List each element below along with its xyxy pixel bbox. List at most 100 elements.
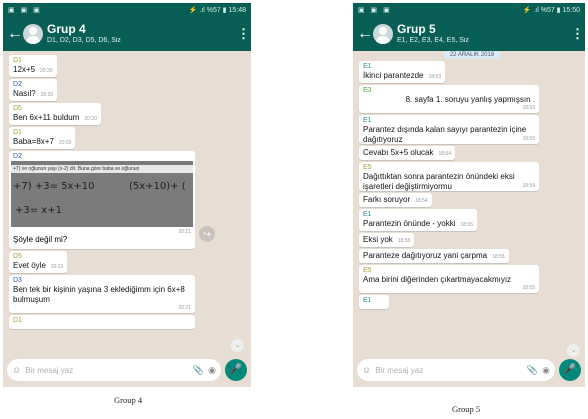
notification-icons: ▣ ▣ ▣ xyxy=(8,6,42,14)
message-bubble[interactable]: E1 Parantezin önünde - yokki 18:55 xyxy=(359,209,478,231)
message-sender: D5 xyxy=(13,253,22,260)
group-members: D1, D2, D3, D5, D6, Siz xyxy=(47,36,121,44)
message-time: 18:55 xyxy=(522,285,535,291)
message-text: Farkı soruyor xyxy=(363,195,411,204)
scroll-down-icon[interactable]: ⌄ xyxy=(231,339,244,352)
message-time: 18:53 xyxy=(522,105,535,111)
message-sender: D1 xyxy=(13,317,22,324)
forward-icon[interactable]: ↪ xyxy=(199,226,215,242)
message-time: 20:21 xyxy=(178,305,191,311)
message-time: 18:55 xyxy=(492,254,505,260)
microphone-icon[interactable]: 🎤 xyxy=(225,359,247,381)
message-sender: D2 xyxy=(13,153,22,160)
message-input[interactable]: ☺ Bir mesaj yaz 📎 ◉ xyxy=(7,359,221,381)
message-list: 22 ARALIK 2018 E1 İkinci parantezde 18:53… xyxy=(353,51,585,353)
handwritten-work-photo[interactable]: +7) ve oğlunun yaşı (x-2) dir. Buna göre… xyxy=(11,161,193,227)
attach-icon[interactable]: 📎 xyxy=(527,365,538,375)
message-bubble[interactable]: D1 Baba=8x+7 20:20 xyxy=(9,127,76,149)
back-arrow-icon[interactable]: ← xyxy=(357,25,373,42)
message-text: Ama birini diğerinden çıkartmayacakmıyız xyxy=(363,275,512,284)
message-text: 8. sayfa 1. soruyu yanlış yapmışsın . xyxy=(405,95,535,104)
chat-header: ← Grup 5 E1, E2, E3, E4, E5, Siz ⋮ xyxy=(353,16,585,51)
message-time: 18:53 xyxy=(428,74,441,80)
message-time: 18:54 xyxy=(415,198,428,204)
message-text: Parantezin önünde - yokki xyxy=(363,219,456,228)
message-bubble[interactable]: Cevabı 5x+5 olucak 18:54 xyxy=(359,146,456,160)
message-sender: E3 xyxy=(363,87,372,94)
photo-printed-text: +7) ve oğlunun yaşı (x-2) dir. Buna göre… xyxy=(11,165,193,173)
message-composer: ☺ Bir mesaj yaz 📎 ◉ 🎤 xyxy=(3,353,251,387)
group5-screenshot: ▣ ▣ ▣ ⚡ .ıl %57 ▮ 15:50 ← Grup 5 E1, E2,… xyxy=(353,3,585,387)
message-text: Evet öyle xyxy=(13,261,46,270)
message-sender: E5 xyxy=(363,267,372,274)
message-time: 18:54 xyxy=(438,151,452,157)
message-bubble[interactable]: E3 8. sayfa 1. soruyu yanlış yapmışsın .… xyxy=(359,85,539,113)
message-list: D1 12x+5 20:20 D2 Nasıl? 20:20 D5 Ben 6x+1… xyxy=(3,51,251,353)
message-text: Ben tek bir kişinin yaşına 3 eklediğimm … xyxy=(13,285,185,304)
message-text: Eksi yok xyxy=(363,235,393,244)
message-bubble[interactable]: D1 12x+5 20:20 xyxy=(9,55,57,77)
message-time: 20:21 xyxy=(178,229,191,235)
message-bubble[interactable]: Farkı soruyor 18:54 xyxy=(359,193,432,207)
message-text: Baba=8x+7 xyxy=(13,137,54,146)
group-avatar[interactable] xyxy=(373,23,393,44)
message-sender: E5 xyxy=(363,164,372,171)
message-bubble[interactable]: D5 Evet öyle 20:21 xyxy=(9,251,68,273)
message-bubble[interactable]: E5 Dağıttıktan sonra parantezin önündeki… xyxy=(359,162,539,191)
group-avatar[interactable] xyxy=(23,23,43,44)
message-text: Ben 6x+11 buldum xyxy=(13,113,80,122)
message-text: Parantez dışında kalan sayıyı parantezin… xyxy=(363,125,527,144)
status-bar: ▣ ▣ ▣ ⚡ .ıl %57 ▮ 15:50 xyxy=(353,3,585,16)
camera-icon[interactable]: ◉ xyxy=(208,365,216,375)
message-bubble[interactable]: D5 Ben 6x+11 buldum 20:20 xyxy=(9,103,101,125)
message-bubble[interactable]: E5 Ama birini diğerinden çıkartmayacakmı… xyxy=(359,265,539,293)
photo-handwriting: (5x+10)+ ( xyxy=(129,181,186,192)
message-sender: E1 xyxy=(363,297,372,304)
group4-screenshot: ▣ ▣ ▣ ⚡ .ıl %57 ▮ 15:48 ← Grup 4 D1, D2,… xyxy=(3,3,251,387)
status-indicators: ⚡ .ıl %57 ▮ 15:48 xyxy=(188,6,246,14)
message-bubble[interactable]: D1 xyxy=(9,315,195,329)
chat-title-area[interactable]: Grup 5 E1, E2, E3, E4, E5, Siz xyxy=(397,22,571,45)
message-text: Paranteze dağıtıyoruz yani çarpma xyxy=(363,251,488,260)
emoji-icon[interactable]: ☺ xyxy=(12,365,21,375)
message-input[interactable]: ☺ Bir mesaj yaz 📎 ◉ xyxy=(357,359,555,381)
group-members: E1, E2, E3, E4, E5, Siz xyxy=(397,36,469,44)
status-bar: ▣ ▣ ▣ ⚡ .ıl %57 ▮ 15:48 xyxy=(3,3,251,16)
message-time: 20:20 xyxy=(84,116,97,122)
message-text: Dağıttıktan sonra parantezin önündeki ek… xyxy=(363,172,515,191)
message-time: 18:55 xyxy=(460,222,474,228)
attach-icon[interactable]: 📎 xyxy=(193,365,204,375)
chat-header: ← Grup 4 D1, D2, D3, D5, D6, Siz ⋮ xyxy=(3,16,251,51)
message-sender: E1 xyxy=(363,63,372,70)
photo-handwriting: +7) +3= 5x+10 xyxy=(13,181,95,192)
message-text: İkinci parantezde xyxy=(363,71,424,80)
message-text: Şöyle değil mi? xyxy=(13,235,68,244)
emoji-icon[interactable]: ☺ xyxy=(362,365,371,375)
chat-title-area[interactable]: Grup 4 D1, D2, D3, D5, D6, Siz xyxy=(47,21,237,45)
microphone-icon[interactable]: 🎤 xyxy=(559,359,581,381)
message-bubble[interactable]: E1 Parantez dışında kalan sayıyı parante… xyxy=(359,115,539,144)
message-sender: D5 xyxy=(13,105,22,112)
message-bubble[interactable]: Paranteze dağıtıyoruz yani çarpma 18:55 xyxy=(359,249,509,263)
message-text: Cevabı 5x+5 olucak xyxy=(363,148,434,157)
message-text: Nasıl? xyxy=(13,89,36,98)
back-arrow-icon[interactable]: ← xyxy=(7,25,23,42)
message-bubble[interactable]: Eksi yok 18:55 xyxy=(359,233,415,247)
camera-icon[interactable]: ◉ xyxy=(542,365,550,375)
message-sender: D3 xyxy=(13,277,22,284)
message-time: 20:20 xyxy=(58,140,72,146)
message-time: 20:21 xyxy=(50,264,64,270)
message-input-placeholder: Bir mesaj yaz xyxy=(25,365,74,375)
status-indicators: ⚡ .ıl %57 ▮ 15:50 xyxy=(522,6,580,14)
message-time: 20:20 xyxy=(40,92,54,98)
overflow-menu-icon[interactable]: ⋮ xyxy=(237,26,250,42)
photo-handwriting: +3= x+1 xyxy=(15,205,62,216)
message-bubble[interactable]: D2 Nasıl? 20:20 xyxy=(9,79,58,101)
message-bubble[interactable]: E1 İkinci parantezde 18:53 xyxy=(359,61,445,83)
overflow-menu-icon[interactable]: ⋮ xyxy=(571,26,584,42)
group-name: Grup 4 xyxy=(47,21,86,36)
message-composer: ☺ Bir mesaj yaz 📎 ◉ 🎤 xyxy=(353,353,585,387)
message-bubble[interactable]: E1 xyxy=(359,295,389,309)
image-message[interactable]: D2 +7) ve oğlunun yaşı (x-2) dir. Buna g… xyxy=(9,151,195,249)
message-bubble[interactable]: D3 Ben tek bir kişinin yaşına 3 eklediği… xyxy=(9,275,195,313)
